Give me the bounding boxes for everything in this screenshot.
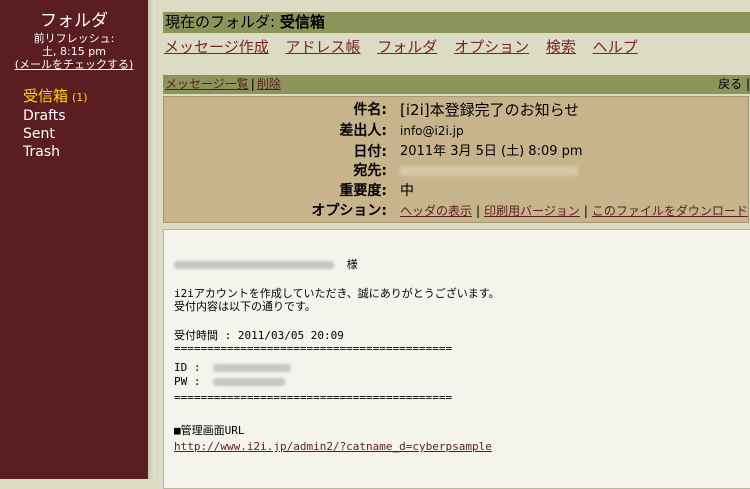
body-pw-line: PW : <box>174 375 286 388</box>
message-body: 様 i2iアカウントを作成していただき、誠にありがとうございます。 受付内容は以… <box>163 229 750 489</box>
from-value: info@i2i.jp <box>400 124 464 138</box>
body-line-2: 受付内容は以下の通りです。 <box>174 300 316 313</box>
date-label: 日付: <box>353 144 387 160</box>
options-separator: | <box>583 204 588 218</box>
header-row-priority: 重要度: 中 <box>164 181 750 201</box>
refresh-time: 土, 8:15 pm <box>42 45 106 58</box>
subject-value: [i2i]本登録完了のお知らせ <box>400 101 580 119</box>
priority-label: 重要度: <box>339 183 387 199</box>
to-value-redacted <box>400 161 578 181</box>
redacted-id <box>213 364 292 372</box>
refresh-label: 前リフレッシュ: <box>33 32 115 45</box>
current-folder-name: 受信箱 <box>279 13 325 31</box>
body-separator: ========================================… <box>174 342 453 355</box>
nav-folders[interactable]: フォルダ <box>377 38 437 56</box>
nav-options[interactable]: オプション <box>454 38 529 56</box>
body-admin-url: http://www.i2i.jp/admin2/?catname_d=cybe… <box>174 440 492 453</box>
folder-item-sent[interactable]: Sent <box>23 125 148 143</box>
check-mail-link[interactable]: (メールをチェックする) <box>15 58 134 71</box>
show-headers-link[interactable]: ヘッダの表示 <box>400 204 472 218</box>
folder-sidebar: フォルダ 前リフレッシュ: 土, 8:15 pm (メールをチェックする) 受信… <box>0 0 148 479</box>
header-row-date: 日付: 2011年 3月 5日 (土) 8:09 pm <box>164 142 750 162</box>
message-headers: 件名: [i2i]本登録完了のお知らせ 差出人: info@i2i.jp 日付:… <box>163 96 749 223</box>
to-label: 宛先: <box>353 163 387 179</box>
sidebar-divider <box>148 0 155 479</box>
folder-item-label: 受信箱 <box>23 87 69 105</box>
body-line-1: i2iアカウントを作成していただき、誠にありがとうございます。 <box>174 287 500 300</box>
folder-item-drafts[interactable]: Drafts <box>23 107 148 125</box>
main-pane: 現在のフォルダ: 受信箱 メッセージ作成 アドレス帳 フォルダ オプション 検索… <box>163 0 750 489</box>
toolbar-separator: | <box>250 77 255 91</box>
folder-item-inbox[interactable]: 受信箱 (1) <box>23 87 148 107</box>
nav-help[interactable]: ヘルプ <box>593 38 638 56</box>
delete-link[interactable]: 削除 <box>257 77 281 91</box>
options-links: ヘッダの表示 | 印刷用バージョン | このファイルをダウンロード <box>400 201 748 221</box>
admin-url-link[interactable]: http://www.i2i.jp/admin2/?catname_d=cybe… <box>174 440 492 453</box>
header-row-to: 宛先: <box>164 161 750 181</box>
body-received-time: 受付時間 : 2011/03/05 20:09 <box>174 329 344 342</box>
body-salutation: 様 <box>174 258 358 271</box>
current-folder-label: 現在のフォルダ: <box>165 13 276 31</box>
body-separator: ========================================… <box>174 391 453 404</box>
nav-addressbook[interactable]: アドレス帳 <box>285 38 360 56</box>
header-row-from: 差出人: info@i2i.jp <box>164 121 750 141</box>
header-row-subject: 件名: [i2i]本登録完了のお知らせ <box>164 100 750 120</box>
options-separator: | <box>476 204 481 218</box>
body-id-line: ID : <box>174 361 292 374</box>
toolbar-separator: | <box>745 77 750 91</box>
back-link[interactable]: 戻る <box>718 77 742 91</box>
sidebar-title: フォルダ <box>40 11 108 31</box>
current-folder-bar: 現在のフォルダ: 受信箱 <box>163 12 750 33</box>
header-row-options: オプション: ヘッダの表示 | 印刷用バージョン | このファイルをダウンロード <box>164 201 750 221</box>
redacted-recipient <box>174 261 334 269</box>
main-nav: メッセージ作成 アドレス帳 フォルダ オプション 検索 ヘルプ <box>164 36 650 57</box>
body-admin-heading: ■管理画面URL <box>174 424 245 437</box>
download-link[interactable]: このファイルをダウンロード <box>592 204 748 218</box>
subject-label: 件名: <box>353 102 387 118</box>
message-toolbar: メッセージ一覧 | 削除 戻る | <box>163 75 750 94</box>
nav-compose[interactable]: メッセージ作成 <box>164 38 269 56</box>
folder-list: 受信箱 (1) Drafts Sent Trash <box>0 87 148 161</box>
print-version-link[interactable]: 印刷用バージョン <box>484 204 580 218</box>
unread-count: (1) <box>72 91 88 104</box>
folder-item-trash[interactable]: Trash <box>23 143 148 161</box>
date-value: 2011年 3月 5日 (土) 8:09 pm <box>400 144 583 159</box>
from-label: 差出人: <box>339 123 387 139</box>
priority-value: 中 <box>400 183 414 199</box>
redacted-pw <box>213 378 286 386</box>
options-label: オプション: <box>311 203 387 219</box>
message-list-link[interactable]: メッセージ一覧 <box>165 77 249 91</box>
nav-search[interactable]: 検索 <box>546 38 576 56</box>
